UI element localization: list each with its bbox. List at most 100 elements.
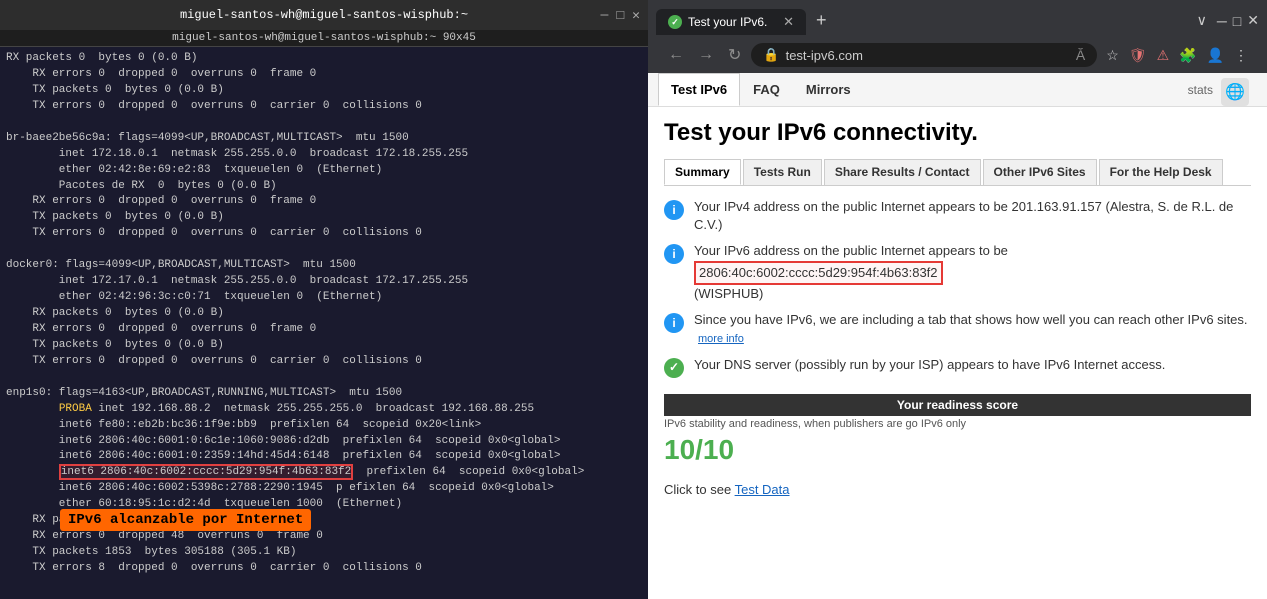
tab-share-results[interactable]: Share Results / Contact bbox=[824, 159, 981, 185]
new-tab-button[interactable]: + bbox=[808, 6, 835, 35]
terminal-line: RX packets 0 bytes 0 (0.0 B) bbox=[6, 306, 642, 322]
extensions-icon[interactable]: 🧩 bbox=[1176, 44, 1199, 67]
tab-summary[interactable]: Summary bbox=[664, 159, 741, 185]
tab-title: Test your IPv6. bbox=[688, 15, 767, 29]
terminal-line: TX errors 0 dropped 0 overruns 0 carrier… bbox=[6, 226, 642, 242]
browser-minimize[interactable]: ─ bbox=[1217, 13, 1227, 29]
tab-bar: ✓ Test your IPv6. ✕ + bbox=[656, 6, 835, 35]
more-info-link[interactable]: more info bbox=[698, 333, 744, 345]
terminal-highlighted-line: inet6 2806:40c:6002:cccc:5d29:954f:4b63:… bbox=[6, 465, 642, 481]
terminal-line: RX errors 0 dropped 0 overruns 0 frame 0 bbox=[6, 322, 642, 338]
terminal-line: TX packets 0 bytes 0 (0.0 B) bbox=[6, 210, 642, 226]
result-row-dns: ✓ Your DNS server (possibly run by your … bbox=[664, 356, 1251, 378]
browser-more-button[interactable]: ∨ bbox=[1193, 8, 1211, 33]
result-row-sites-info: i Since you have IPv6, we are including … bbox=[664, 311, 1251, 348]
warning-icon: ⚠ bbox=[1154, 44, 1173, 67]
terminal-line bbox=[6, 577, 642, 591]
browser-navbar: ← → ↻ 🔒 test-ipv6.com Ă ☆ 🛡 ⚠ 🧩 👤 ⋮ bbox=[656, 39, 1259, 73]
terminal-line: inet6 fe80::eb2b:bc36:1f9e:bb9 prefixlen… bbox=[6, 418, 642, 434]
bookmark-icon[interactable]: ☆ bbox=[1103, 44, 1122, 67]
terminal-line: TX packets 1853 bytes 305188 (305.1 KB) bbox=[6, 545, 642, 561]
webpage: Test IPv6 FAQ Mirrors stats 🌐 Test your … bbox=[648, 73, 1267, 599]
readiness-desc: IPv6 stability and readiness, when publi… bbox=[664, 418, 1251, 430]
translate-icon[interactable]: 🌐 bbox=[1221, 78, 1249, 106]
result-text-dns: Your DNS server (possibly run by your IS… bbox=[694, 356, 1251, 374]
info-icon-ipv6: i bbox=[664, 244, 684, 264]
terminal-line bbox=[6, 370, 642, 386]
menu-icon[interactable]: ⋮ bbox=[1231, 44, 1251, 67]
shield-icon[interactable]: 🛡 bbox=[1126, 44, 1150, 67]
back-button[interactable]: ← bbox=[664, 44, 688, 66]
terminal-minimize[interactable]: ─ bbox=[601, 8, 609, 23]
terminal-line: inet6 2806:40c:6001:0:6c1e:1060:9086:d2d… bbox=[6, 434, 642, 450]
terminal-close[interactable]: ✕ bbox=[632, 8, 640, 23]
terminal-line: br-baee2be56c9a: flags=4099<UP,BROADCAST… bbox=[6, 131, 642, 147]
readiness-bar-label: Your readiness score bbox=[664, 394, 1251, 416]
result-text-ipv6: Your IPv6 address on the public Internet… bbox=[694, 242, 1251, 303]
info-icon-sites: i bbox=[664, 313, 684, 333]
terminal-line: RX errors 0 dropped 48 overruns 0 frame … bbox=[6, 529, 642, 545]
ipv6-result-suffix: (WISPHUB) bbox=[694, 286, 763, 301]
ipv6-highlight-terminal: inet6 2806:40c:6002:cccc:5d29:954f:4b63:… bbox=[59, 464, 353, 480]
test-data-label: Click to see bbox=[664, 482, 731, 497]
terminal-titlebar: miguel-santos-wh@miguel-santos-wisphub:~… bbox=[0, 0, 648, 30]
terminal-line: RX errors 0 dropped 0 overruns 0 frame 0 bbox=[6, 67, 642, 83]
site-nav-faq[interactable]: FAQ bbox=[740, 73, 793, 106]
terminal-line: inet6 2806:40c:6002:5398c:2788:2290:1945… bbox=[6, 481, 642, 497]
address-secure-icon: 🔒 bbox=[763, 47, 779, 63]
terminal-line: RX errors 0 dropped 0 overruns 0 frame 0 bbox=[6, 194, 642, 210]
terminal-line: TX errors 0 dropped 0 overruns 0 carrier… bbox=[6, 354, 642, 370]
terminal-line bbox=[6, 115, 642, 131]
readiness-section: Your readiness score IPv6 stability and … bbox=[664, 390, 1251, 466]
site-nav-test-ipv6[interactable]: Test IPv6 bbox=[658, 73, 740, 106]
terminal-line: enp1s0: flags=4163<UP,BROADCAST,RUNNING,… bbox=[6, 386, 642, 402]
terminal-line: TX packets 0 bytes 0 (0.0 B) bbox=[6, 83, 642, 99]
terminal-line: ether 02:42:8e:69:e2:83 txqueuelen 0 (Et… bbox=[6, 163, 642, 179]
reload-button[interactable]: ↻ bbox=[724, 43, 745, 67]
info-icon-ipv4: i bbox=[664, 200, 684, 220]
site-nav-stats[interactable]: stats bbox=[1180, 79, 1221, 101]
page-content: Test your IPv6 connectivity. Summary Tes… bbox=[648, 107, 1267, 599]
ipv6-result-prefix: Your IPv6 address on the public Internet… bbox=[694, 243, 1008, 258]
test-data-link[interactable]: Test Data bbox=[735, 482, 790, 497]
browser-close[interactable]: ✕ bbox=[1247, 12, 1259, 29]
tab-tests-run[interactable]: Tests Run bbox=[743, 159, 822, 185]
site-nav-mirrors[interactable]: Mirrors bbox=[793, 73, 864, 106]
browser-tab-active[interactable]: ✓ Test your IPv6. ✕ bbox=[656, 9, 806, 35]
tab-close-button[interactable]: ✕ bbox=[783, 14, 794, 30]
tab-favicon: ✓ bbox=[668, 15, 682, 29]
results-area: i Your IPv4 address on the public Intern… bbox=[664, 198, 1251, 497]
check-icon-dns: ✓ bbox=[664, 358, 684, 378]
terminal-line: TX packets 0 bytes 0 (0.0 B) bbox=[6, 338, 642, 354]
score-value: 10/10 bbox=[664, 434, 1251, 466]
terminal-win-controls: ─ □ ✕ bbox=[601, 8, 640, 23]
terminal-maximize[interactable]: □ bbox=[616, 8, 624, 23]
terminal-line: inet 172.17.0.1 netmask 255.255.0.0 broa… bbox=[6, 274, 642, 290]
result-row-ipv4: i Your IPv4 address on the public Intern… bbox=[664, 198, 1251, 234]
terminal-window: miguel-santos-wh@miguel-santos-wisphub:~… bbox=[0, 0, 648, 599]
terminal-line: PROBA inet 192.168.88.2 netmask 255.255.… bbox=[6, 402, 642, 418]
sites-info-text: Since you have IPv6, we are including a … bbox=[694, 312, 1248, 327]
test-data-row: Click to see Test Data bbox=[664, 482, 1251, 497]
terminal-line: Pacotes de RX 0 bytes 0 (0.0 B) bbox=[6, 179, 642, 195]
terminal-line: docker0: flags=4099<UP,BROADCAST,MULTICA… bbox=[6, 258, 642, 274]
terminal-line: TX errors 0 dropped 0 overruns 0 carrier… bbox=[6, 99, 642, 115]
terminal-line bbox=[6, 242, 642, 258]
browser-window: ✓ Test your IPv6. ✕ + ∨ ─ □ ✕ ← → ↻ 🔒 te… bbox=[648, 0, 1267, 599]
tab-other-ipv6[interactable]: Other IPv6 Sites bbox=[983, 159, 1097, 185]
content-tabs-row: Summary Tests Run Share Results / Contac… bbox=[664, 159, 1251, 186]
tab-help-desk[interactable]: For the Help Desk bbox=[1099, 159, 1223, 185]
profile-icon[interactable]: 👤 bbox=[1204, 44, 1227, 67]
terminal-line: ether 02:42:96:3c:c0:71 txqueuelen 0 (Et… bbox=[6, 290, 642, 306]
site-nav: Test IPv6 FAQ Mirrors stats 🌐 bbox=[648, 73, 1267, 107]
ipv4-result-text: Your IPv4 address on the public Internet… bbox=[694, 199, 1233, 232]
forward-button[interactable]: → bbox=[694, 44, 718, 66]
browser-maximize[interactable]: □ bbox=[1233, 13, 1241, 29]
address-bar[interactable]: 🔒 test-ipv6.com Ă bbox=[751, 43, 1097, 67]
result-row-ipv6: i Your IPv6 address on the public Intern… bbox=[664, 242, 1251, 303]
browser-topbar: ✓ Test your IPv6. ✕ + ∨ ─ □ ✕ bbox=[656, 6, 1259, 35]
page-title: Test your IPv6 connectivity. bbox=[664, 119, 1251, 147]
terminal-line: inet 172.18.0.1 netmask 255.255.0.0 broa… bbox=[6, 147, 642, 163]
url-text: test-ipv6.com bbox=[786, 48, 863, 63]
terminal-line: TX errors 8 dropped 0 overruns 0 carrier… bbox=[6, 561, 642, 577]
